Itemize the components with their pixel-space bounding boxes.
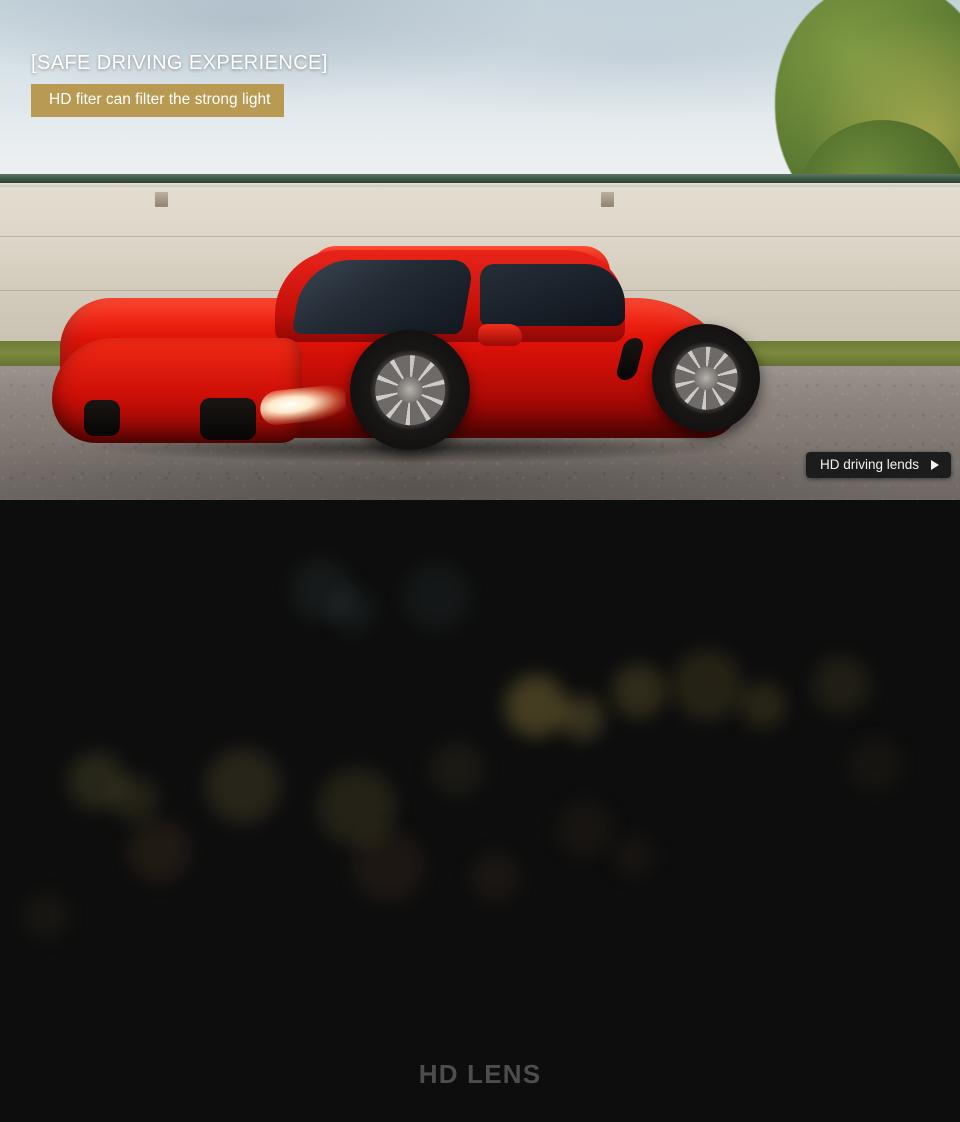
hero-banner: [SAFE DRIVING EXPERIENCE] HD fiter can f… [0,0,960,500]
wall-lamp-icon [155,192,168,207]
car-air-vent [200,398,256,440]
hero-kicker-text: [SAFE DRIVING EXPERIENCE] [31,52,328,74]
sports-car-photo [52,238,760,470]
car-air-vent [84,400,120,436]
hd-lens-feature-section: HD LENS HD High-definition visual Fu [0,500,960,1122]
hd-driving-lends-label: HD driving lends [820,457,920,472]
hero-subtitle-bar: HD fiter can filter the strong light [31,84,285,117]
feature-grid: HD High-definition visual Fullglare barr… [0,500,960,1122]
wall-lamp-icon [601,192,614,207]
car-windshield [291,260,475,334]
product-detail-page: [SAFE DRIVING EXPERIENCE] HD fiter can f… [0,0,960,1122]
car-side-window [480,264,625,326]
car-front-wheel [350,330,470,450]
play-arrow-icon [931,459,940,470]
car-rear-wheel [652,324,760,432]
car-side-mirror [478,324,522,346]
car-rim-hub [694,366,718,390]
wall-seam [0,236,960,237]
building-roof-trim [0,174,960,183]
hd-driving-lends-badge[interactable]: HD driving lends [806,452,952,478]
